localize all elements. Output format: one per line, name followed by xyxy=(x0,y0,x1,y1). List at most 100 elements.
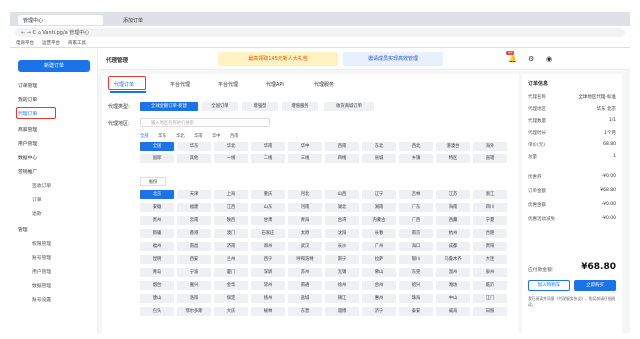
hot-region-chip[interactable]: 二线 xyxy=(251,154,285,163)
region-chip[interactable]: 台湾 xyxy=(325,216,359,225)
region-filter-tab[interactable]: 华北 xyxy=(176,133,185,139)
region-filter-tab[interactable]: 华南 xyxy=(194,133,203,139)
region-chip[interactable]: 湖南 xyxy=(362,203,396,212)
province-select[interactable]: 省份 xyxy=(140,177,166,186)
region-chip[interactable]: 海口 xyxy=(399,242,433,251)
promo-banner[interactable]: 邀请成员实现高效管理 xyxy=(343,52,443,66)
region-chip[interactable]: 珠海 xyxy=(399,294,433,303)
region-chip[interactable]: 西藏 xyxy=(436,216,470,225)
region-chip[interactable]: 淄博 xyxy=(325,307,359,316)
region-chip[interactable]: 安徽 xyxy=(140,203,174,212)
region-chip[interactable]: 泉州 xyxy=(473,268,507,277)
region-chip[interactable]: 威海 xyxy=(436,307,470,316)
region-chip[interactable]: 吉林 xyxy=(399,190,433,199)
region-chip[interactable]: 银川 xyxy=(399,255,433,264)
region-chip[interactable]: 西宁 xyxy=(251,255,285,264)
region-chip[interactable]: 河南 xyxy=(288,203,322,212)
region-chip[interactable]: 济宁 xyxy=(362,307,396,316)
type-option[interactable]: 全球金额订单-新建 xyxy=(140,102,198,111)
region-chip[interactable]: 香港 xyxy=(177,229,211,238)
region-chip[interactable]: 长沙 xyxy=(325,242,359,251)
sidebar-subitem[interactable]: 账号管理 xyxy=(32,254,51,261)
sidebar-item-marketing[interactable]: 营销推广 xyxy=(18,168,37,175)
sidebar-subitem[interactable]: 订单 xyxy=(32,196,42,203)
sidebar-subitem[interactable]: 签收订单 xyxy=(32,182,51,189)
region-chip[interactable]: 北京 xyxy=(140,190,174,199)
sidebar-subitem[interactable]: 用户管理 xyxy=(32,268,51,275)
bell-icon[interactable]: 🔔 xyxy=(508,55,517,63)
region-chip[interactable]: 洛阳 xyxy=(177,294,211,303)
region-chip[interactable]: 济南 xyxy=(214,242,248,251)
region-chip[interactable]: 河北 xyxy=(288,190,322,199)
region-chip[interactable]: 泰安 xyxy=(399,307,433,316)
region-chip[interactable]: 江门 xyxy=(473,294,507,303)
region-chip[interactable]: 潍坊 xyxy=(436,281,470,290)
hot-region-chip[interactable]: 华东 xyxy=(177,142,211,151)
region-chip[interactable]: 日照 xyxy=(473,307,507,316)
region-chip[interactable]: 青海 xyxy=(288,216,322,225)
region-chip[interactable]: 大庆 xyxy=(214,307,248,316)
bookmark[interactable]: 电商平台 xyxy=(16,40,34,46)
region-chip[interactable]: 郑州 xyxy=(251,242,285,251)
add-to-cart-button[interactable]: 加入购物车 xyxy=(528,280,570,291)
region-chip[interactable]: 浙江 xyxy=(473,190,507,199)
region-chip[interactable]: 苏州 xyxy=(288,268,322,277)
region-chip[interactable]: 湖北 xyxy=(325,203,359,212)
region-chip[interactable]: 昆明 xyxy=(140,255,174,264)
region-chip[interactable]: 广州 xyxy=(362,242,396,251)
hot-region-chip[interactable]: 乡镇 xyxy=(399,154,433,163)
address-bar[interactable]: ← → C ⌂ Vanti.pg/a 管理中心 xyxy=(15,27,625,37)
sidebar-group-manage[interactable]: 管理 xyxy=(18,226,28,233)
tab[interactable]: 代理服务 xyxy=(314,81,334,88)
region-chip[interactable]: 青岛 xyxy=(140,268,174,277)
region-chip[interactable]: 西安 xyxy=(177,255,211,264)
sidebar-item-data[interactable]: 数据中心 xyxy=(18,154,37,161)
region-chip[interactable]: 杭州 xyxy=(436,229,470,238)
region-chip[interactable]: 新疆 xyxy=(140,229,174,238)
region-chip[interactable]: 内蒙古 xyxy=(362,216,396,225)
hot-region-chip[interactable]: 西南 xyxy=(325,142,359,151)
region-chip[interactable]: 大连 xyxy=(473,255,507,264)
hot-region-chip[interactable]: 东北 xyxy=(362,142,396,151)
region-chip[interactable]: 南昌 xyxy=(177,242,211,251)
tab[interactable]: 代理API xyxy=(266,81,284,88)
buy-now-button[interactable]: 立即购买 xyxy=(574,280,616,291)
region-chip[interactable]: 山东 xyxy=(251,203,285,212)
region-chip[interactable]: 东营 xyxy=(288,307,322,316)
type-option[interactable]: 收货商城订单 xyxy=(324,102,374,111)
tab[interactable]: 平台代理 xyxy=(170,81,190,88)
hot-region-chip[interactable]: 国际 xyxy=(140,154,174,163)
region-chip[interactable]: 福建 xyxy=(177,203,211,212)
region-chip[interactable]: 厦门 xyxy=(214,268,248,277)
region-chip[interactable]: 云南 xyxy=(177,216,211,225)
region-chip[interactable]: 惠州 xyxy=(362,294,396,303)
region-chip[interactable]: 呼和浩特 xyxy=(288,255,322,264)
type-option[interactable]: 增值服务 xyxy=(282,102,318,111)
region-filter-tab[interactable]: 华东 xyxy=(158,133,167,139)
region-chip[interactable]: 乌鲁木齐 xyxy=(436,255,470,264)
region-chip[interactable]: 江西 xyxy=(214,203,248,212)
type-option[interactable]: 增强型 xyxy=(242,102,278,111)
bookmark[interactable]: 商家工具 xyxy=(68,40,86,46)
region-chip[interactable]: 嘉兴 xyxy=(177,281,211,290)
region-chip[interactable]: 宁夏 xyxy=(473,216,507,225)
region-filter-tab[interactable]: 西南 xyxy=(230,133,239,139)
region-chip[interactable]: 东莞 xyxy=(399,268,433,277)
hot-region-chip[interactable]: 县城 xyxy=(362,154,396,163)
region-chip[interactable]: 陕西 xyxy=(214,216,248,225)
region-chip[interactable]: 温州 xyxy=(436,268,470,277)
region-chip[interactable]: 甘肃 xyxy=(251,216,285,225)
region-chip[interactable]: 深圳 xyxy=(251,268,285,277)
region-chip[interactable]: 石家庄 xyxy=(251,229,285,238)
sidebar-subitem[interactable]: 账号设置 xyxy=(32,296,51,303)
region-chip[interactable]: 贵阳 xyxy=(473,242,507,251)
region-chip[interactable]: 保定 xyxy=(214,294,248,303)
region-chip[interactable]: 武汉 xyxy=(288,242,322,251)
hot-region-chip[interactable]: 直辖 xyxy=(473,154,507,163)
region-chip[interactable]: 鄂尔多斯 xyxy=(177,307,211,316)
browser-tab-active[interactable]: 管理中心 xyxy=(18,15,103,25)
region-chip[interactable]: 镇江 xyxy=(325,294,359,303)
region-chip[interactable]: 上海 xyxy=(214,190,248,199)
region-chip[interactable]: 太原 xyxy=(288,229,322,238)
region-chip[interactable]: 沈阳 xyxy=(325,229,359,238)
